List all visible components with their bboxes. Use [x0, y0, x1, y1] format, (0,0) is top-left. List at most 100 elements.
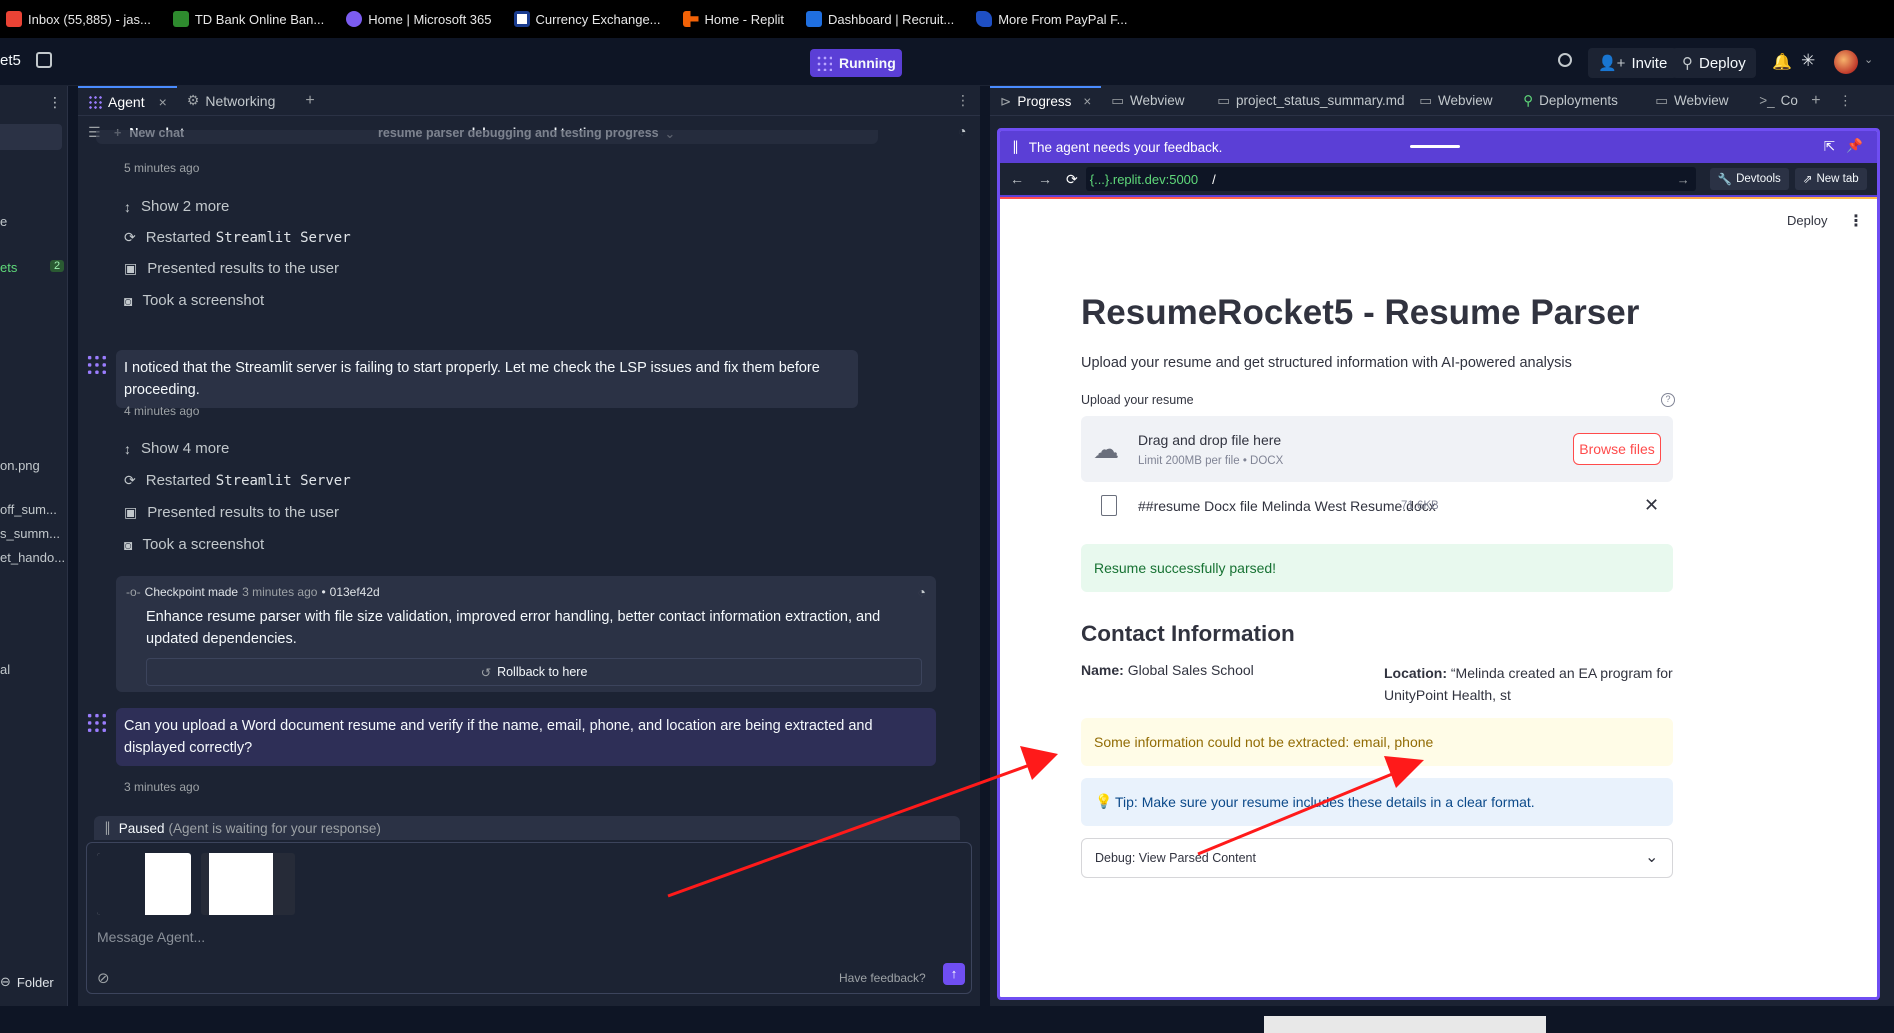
bookmark-replit[interactable]: Home - Replit: [682, 11, 784, 27]
bookmark-microsoft365[interactable]: Home | Microsoft 365: [346, 11, 492, 27]
paypal-icon: [976, 11, 993, 27]
agent-icon: [88, 94, 102, 109]
file-item[interactable]: e: [0, 214, 7, 229]
tab-webview[interactable]: ▭ Webview: [1645, 86, 1749, 116]
debug-expander[interactable]: Debug: View Parsed Content ⌄: [1081, 838, 1673, 878]
bookmark-currency[interactable]: Currency Exchange...: [513, 11, 661, 27]
url-field[interactable]: {...}.replit.dev:5000 / →: [1085, 167, 1696, 191]
speedometer-icon[interactable]: ◔: [918, 584, 926, 600]
tab-networking[interactable]: ⚙ Networking: [177, 86, 286, 116]
bookmarks-bar: Inbox (55,885) - jas... TD Bank Online B…: [0, 0, 1894, 38]
file-item[interactable]: on.png: [0, 458, 40, 473]
chevron-down-icon[interactable]: ⌄: [1864, 53, 1873, 66]
page-subtitle: Upload your resume and get structured in…: [1081, 355, 1572, 371]
app-menu-icon[interactable]: ⋮: [1848, 211, 1864, 231]
file-item-secrets[interactable]: ets: [0, 260, 17, 275]
tab-agent[interactable]: Agent ×: [78, 85, 177, 116]
reload-icon[interactable]: ⟳: [1066, 171, 1078, 188]
add-tab-icon[interactable]: +: [305, 92, 314, 110]
help-icon[interactable]: ?: [1661, 393, 1675, 407]
commit-icon: -o-: [126, 585, 141, 599]
expand-vertical-icon: ↕: [124, 198, 131, 215]
app-deploy-button[interactable]: Deploy: [1787, 213, 1827, 228]
new-tab-button[interactable]: ⇗ New tab: [1794, 168, 1867, 190]
more-options-icon[interactable]: ⋮: [48, 94, 62, 111]
dropzone-limit: Limit 200MB per file • DOCX: [1138, 455, 1284, 467]
success-message: Resume successfully parsed!: [1094, 560, 1277, 576]
microsoft365-icon: [346, 11, 363, 27]
bookmark-paypal[interactable]: More From PayPal F...: [976, 11, 1128, 27]
notifications-icon[interactable]: 🔔: [1772, 52, 1792, 72]
add-tab-icon[interactable]: +: [1811, 92, 1820, 110]
deploy-button[interactable]: ⚲ Deploy: [1672, 48, 1756, 78]
file-item[interactable]: off_sum...: [0, 502, 57, 517]
tab-project-status-summary[interactable]: ▭ project_status_summary.md: [1207, 86, 1409, 116]
workspace-header: et5 Running 👤+ Invite ⚲ Deploy 🔔 ✳ ⌄: [0, 38, 1894, 86]
expand-vertical-icon: ↕: [124, 440, 131, 457]
remove-file-icon[interactable]: ✕: [1644, 495, 1659, 516]
popout-icon[interactable]: ⇱: [1824, 139, 1835, 155]
send-button[interactable]: ↑: [943, 963, 965, 985]
tab-webview[interactable]: ▭ Webview: [1101, 86, 1207, 116]
tab-console[interactable]: >_ Co: [1749, 86, 1805, 116]
drag-handle[interactable]: [1410, 145, 1460, 148]
bookmark-gmail[interactable]: Inbox (55,885) - jas...: [6, 11, 151, 27]
theme-icon[interactable]: ✳: [1801, 51, 1815, 71]
message-input[interactable]: Message Agent...: [97, 929, 205, 945]
attach-icon[interactable]: ⊘: [97, 969, 110, 987]
bookmark-recruit[interactable]: Dashboard | Recruit...: [805, 11, 954, 27]
paused-status-bar: ∥ Paused (Agent is waiting for your resp…: [94, 816, 960, 840]
document-icon: ▣: [124, 260, 138, 276]
restart-icon: ⟳: [124, 472, 136, 488]
invite-button[interactable]: 👤+ Invite: [1588, 48, 1678, 78]
more-options-icon[interactable]: ⋮: [1839, 93, 1853, 109]
uploaded-file-size: 71.6KB: [1401, 500, 1439, 512]
tab-progress[interactable]: ⊳ Progress ×: [990, 85, 1102, 116]
more-options-icon[interactable]: ⋮: [956, 92, 970, 109]
agent-tabs: Agent × ⚙ Networking + ⋮: [78, 85, 980, 116]
go-arrow-icon[interactable]: →: [1677, 172, 1690, 187]
message-composer: Message Agent... ⊘ Have feedback? ↑: [86, 842, 972, 994]
file-icon: [1101, 495, 1117, 516]
action-presented-results: ▣ Presented results to the user: [124, 504, 340, 521]
running-status-button[interactable]: Running: [810, 49, 902, 77]
url-domain: {...}.replit.dev:5000: [1089, 171, 1199, 187]
file-item[interactable]: s_summ...: [0, 526, 60, 541]
show-more-button[interactable]: ↕ Show 2 more: [124, 198, 229, 215]
file-item[interactable]: et_hando...: [0, 550, 65, 565]
close-icon[interactable]: ×: [159, 94, 167, 110]
secrets-badge: 2: [50, 260, 65, 272]
browse-files-button[interactable]: Browse files: [1573, 433, 1661, 465]
file-dropzone[interactable]: ☁ Drag and drop file here Limit 200MB pe…: [1081, 416, 1673, 482]
checkpoint-description: Enhance resume parser with file size val…: [146, 609, 881, 647]
devtools-button[interactable]: 🔧 Devtools: [1709, 168, 1789, 190]
bookmark-td-bank[interactable]: TD Bank Online Ban...: [172, 11, 324, 27]
back-icon[interactable]: ←: [1010, 171, 1024, 187]
action-took-screenshot[interactable]: ◙ Took a screenshot: [124, 292, 264, 309]
deploy-icon: ⚲: [1682, 55, 1693, 72]
avatar[interactable]: [1834, 50, 1858, 74]
forward-icon[interactable]: →: [1038, 171, 1052, 187]
checkpoint-card: -o- Checkpoint made 3 minutes ago • 013e…: [116, 576, 936, 692]
rollback-icon: ↺: [480, 665, 492, 680]
pin-icon[interactable]: 📌: [1846, 138, 1863, 154]
tab-webview[interactable]: ▭ Webview: [1409, 86, 1513, 116]
search-icon[interactable]: [1558, 53, 1572, 67]
restart-icon: ⟳: [124, 229, 136, 245]
show-more-button[interactable]: ↕ Show 4 more: [124, 440, 229, 457]
action-took-screenshot[interactable]: ◙ Took a screenshot: [124, 536, 264, 553]
feedback-link[interactable]: Have feedback?: [839, 971, 926, 985]
wrench-icon: 🔧: [1717, 174, 1733, 186]
app-loading-stripe: [1000, 197, 1877, 199]
rollback-button[interactable]: ↺ Rollback to here: [146, 658, 922, 686]
name-value: Global Sales School: [1127, 662, 1254, 678]
folder-icon: ⊖: [0, 974, 11, 989]
attachment-thumbnail[interactable]: [97, 853, 191, 915]
layout-icon[interactable]: [36, 52, 52, 68]
attachment-thumbnail[interactable]: [201, 853, 295, 915]
speedometer-icon[interactable]: ◔: [958, 123, 966, 139]
close-icon[interactable]: ×: [1083, 94, 1091, 109]
tab-deployments[interactable]: ⚲ Deployments: [1513, 86, 1645, 116]
file-item[interactable]: al: [0, 662, 10, 677]
folder-button[interactable]: ⊖ Folder: [0, 974, 54, 990]
